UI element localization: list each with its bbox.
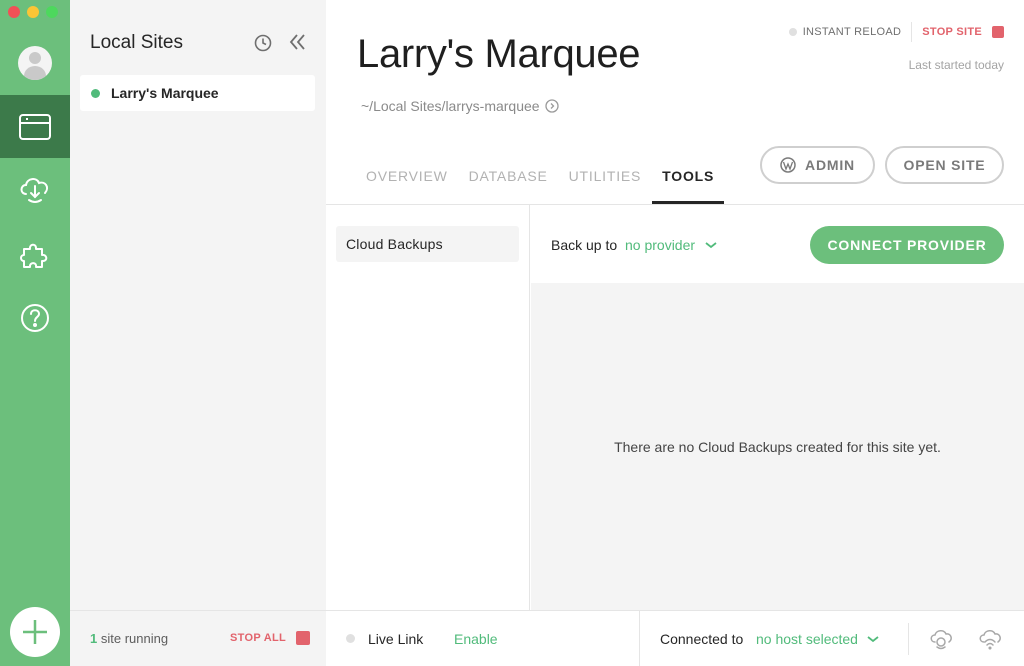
admin-button[interactable]: ADMIN: [760, 146, 875, 184]
cloud-download-icon: [20, 178, 49, 203]
push-to-host-button[interactable]: [977, 627, 1003, 656]
pull-from-host-button[interactable]: [928, 627, 954, 656]
admin-label: ADMIN: [805, 157, 855, 173]
site-detail: INSTANT RELOAD STOP SITE Last started to…: [326, 0, 1024, 666]
site-footer: Live Link Enable Connected to no host se…: [326, 610, 1024, 666]
rail-item-help[interactable]: [0, 288, 70, 348]
site-tabs: OVERVIEW DATABASE UTILITIES TOOLS: [366, 168, 745, 204]
running-text: site running: [97, 631, 169, 646]
live-link-enable-button[interactable]: Enable: [454, 631, 498, 647]
site-path: ~/Local Sites/larrys-marquee: [361, 98, 559, 114]
chevron-down-icon: [705, 242, 717, 249]
window-controls: [8, 6, 58, 18]
tab-utilities[interactable]: UTILITIES: [569, 168, 642, 204]
open-site-button[interactable]: OPEN SITE: [885, 146, 1004, 184]
rail-add-site[interactable]: [0, 606, 70, 658]
live-link-label: Live Link: [368, 631, 424, 647]
connected-label: Connected to: [660, 631, 744, 647]
instant-reload-toggle[interactable]: INSTANT RELOAD: [803, 26, 902, 38]
rail-avatar[interactable]: [0, 40, 70, 86]
stop-square-icon: [992, 26, 1004, 38]
sites-footer: 1 site running STOP ALL: [70, 610, 326, 666]
divider: [911, 22, 913, 42]
tab-overview[interactable]: OVERVIEW: [366, 168, 448, 204]
sites-panel-title: Local Sites: [90, 32, 183, 53]
cloud-sync-icon: [930, 630, 952, 650]
host-select[interactable]: no host selected: [756, 631, 879, 647]
chevron-down-icon: [867, 636, 879, 643]
tab-database[interactable]: DATABASE: [469, 168, 548, 204]
instant-reload-indicator: [788, 28, 797, 36]
wordpress-icon: [780, 157, 796, 173]
site-path-text: ~/Local Sites/larrys-marquee: [361, 98, 540, 114]
window-minimize-button[interactable]: [27, 6, 39, 18]
stop-site-label: STOP SITE: [922, 26, 982, 38]
rail-item-sites[interactable]: [0, 95, 70, 158]
site-controls: INSTANT RELOAD STOP SITE: [788, 22, 1004, 42]
user-avatar-icon: [18, 46, 52, 80]
plus-icon: [23, 620, 47, 644]
question-circle-icon: [21, 304, 49, 332]
connect-provider-button[interactable]: CONNECT PROVIDER: [810, 226, 1004, 264]
tools-nav: Cloud Backups: [326, 205, 530, 610]
stop-all-label: STOP ALL: [230, 632, 286, 644]
stop-square-icon: [295, 631, 310, 645]
add-site-button[interactable]: [10, 607, 60, 657]
sites-panel: Local Sites Larry's Marquee 1 site runni…: [70, 0, 326, 666]
page-title: Larry's Marquee: [357, 32, 641, 76]
stop-all-button[interactable]: STOP ALL: [230, 631, 310, 645]
stop-site-button[interactable]: STOP SITE: [922, 26, 1004, 38]
last-started: Last started today: [908, 58, 1004, 72]
tools-nav-cloud-backups[interactable]: Cloud Backups: [336, 226, 519, 262]
wifi-cloud-icon: [979, 630, 1001, 650]
running-status: 1 site running: [90, 631, 168, 646]
rail-item-cloud[interactable]: [0, 160, 70, 220]
window-maximize-button[interactable]: [46, 6, 58, 18]
cloud-backups-panel: Back up to no provider CONNECT PROVIDER …: [531, 205, 1024, 610]
site-list-item[interactable]: Larry's Marquee: [80, 75, 315, 111]
clock-icon: [254, 34, 272, 52]
app-rail: [0, 0, 70, 666]
divider: [639, 611, 640, 666]
history-button[interactable]: [254, 34, 272, 57]
rail-item-addons[interactable]: [0, 224, 70, 284]
provider-value: no provider: [625, 237, 696, 253]
tab-tools[interactable]: TOOLS: [652, 168, 725, 204]
puzzle-piece-icon: [20, 243, 48, 268]
open-site-label: OPEN SITE: [903, 157, 986, 173]
empty-message: There are no Cloud Backups created for t…: [614, 439, 941, 455]
backups-empty-state: There are no Cloud Backups created for t…: [531, 283, 1024, 610]
host-value: no host selected: [756, 631, 858, 647]
double-chevron-left-icon: [289, 34, 305, 50]
provider-select[interactable]: no provider: [625, 237, 717, 253]
site-running-indicator: [91, 88, 100, 98]
reveal-in-finder-icon[interactable]: [544, 99, 559, 113]
site-list-item-name: Larry's Marquee: [111, 85, 219, 101]
backup-label: Back up to: [551, 237, 618, 253]
browser-window-icon: [19, 113, 51, 140]
backup-toolbar: Back up to no provider CONNECT PROVIDER: [531, 205, 1024, 283]
divider: [908, 623, 909, 655]
live-link-indicator: [346, 634, 355, 643]
window-close-button[interactable]: [8, 6, 20, 18]
collapse-sidebar-button[interactable]: [288, 32, 306, 57]
